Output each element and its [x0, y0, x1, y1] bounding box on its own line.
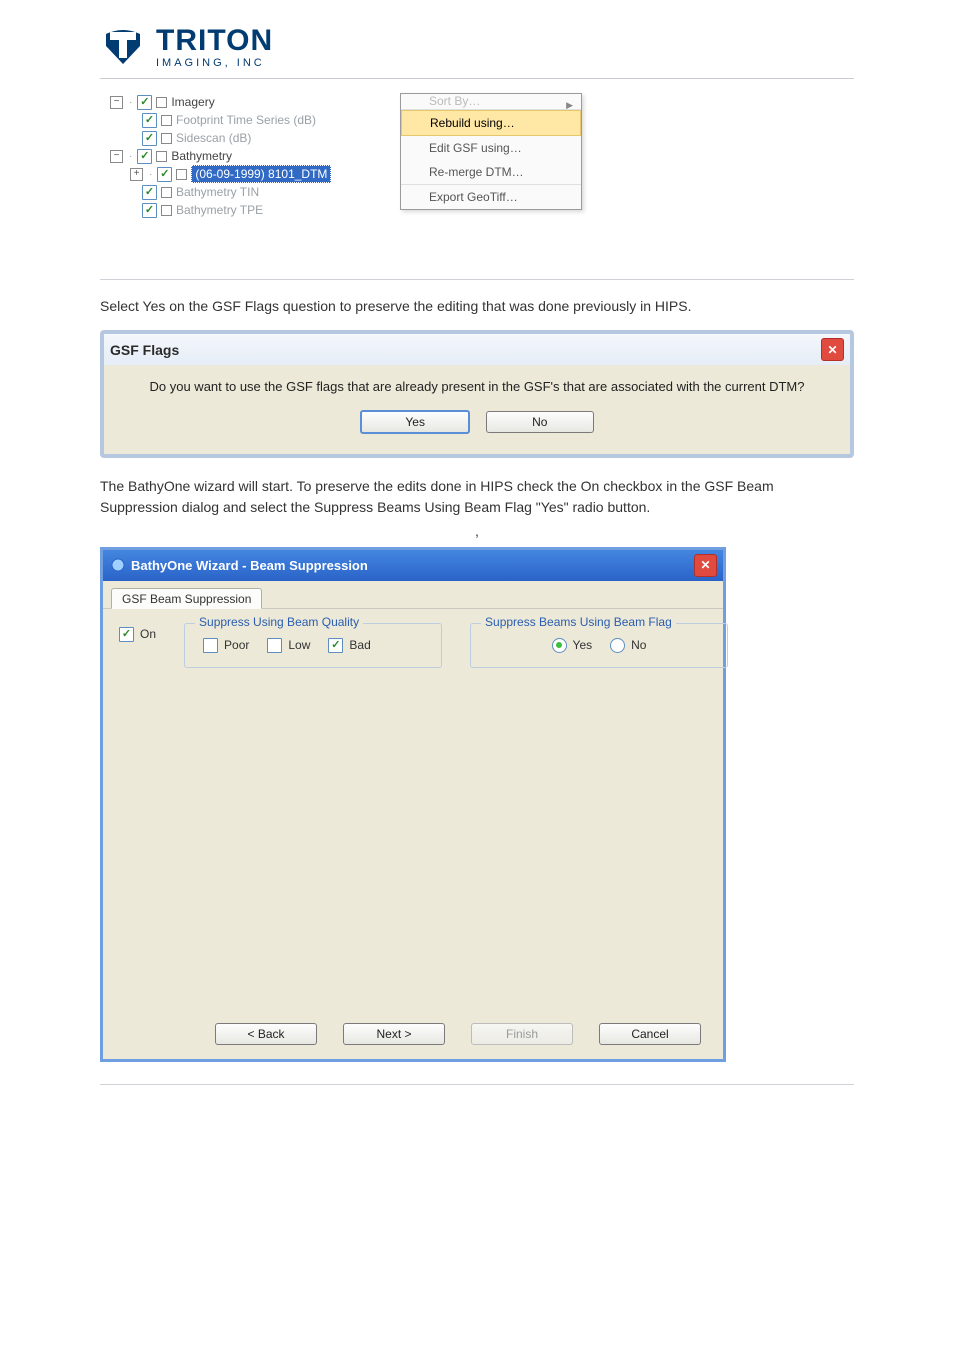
- radio[interactable]: [552, 638, 567, 653]
- bad-option[interactable]: Bad: [328, 638, 370, 653]
- tree-item-imagery[interactable]: − · Imagery: [110, 93, 360, 111]
- triton-logo-icon: [100, 24, 146, 70]
- checkbox[interactable]: [137, 149, 152, 164]
- submenu-arrow-icon: ▶: [566, 100, 573, 110]
- checkbox[interactable]: [142, 185, 157, 200]
- tree-label: (06-09-1999) 8101_DTM: [191, 165, 331, 183]
- color-swatch-icon: [176, 169, 187, 180]
- checkbox[interactable]: [137, 95, 152, 110]
- no-option[interactable]: No: [610, 638, 646, 653]
- brand-tagline: IMAGING, INC: [156, 58, 273, 69]
- tree-item-tpe[interactable]: Bathymetry TPE: [110, 201, 360, 219]
- color-swatch-icon: [161, 133, 172, 144]
- checkbox[interactable]: [203, 638, 218, 653]
- close-button[interactable]: ✕: [821, 338, 844, 361]
- brand-header: TRITON IMAGING, INC: [100, 24, 854, 70]
- layer-tree: − · Imagery Footprint Time Series (dB) S…: [110, 93, 360, 219]
- checkbox[interactable]: [142, 203, 157, 218]
- dialog-title: BathyOne Wizard - Beam Suppression: [131, 558, 368, 573]
- menu-label: Rebuild using…: [430, 116, 515, 130]
- bathyone-wizard-dialog: BathyOne Wizard - Beam Suppression ✕ GSF…: [100, 547, 726, 1062]
- tree-label: Bathymetry TIN: [176, 185, 259, 199]
- dialog-title: GSF Flags: [110, 342, 179, 358]
- menu-label: Export GeoTiff…: [429, 190, 518, 204]
- color-swatch-icon: [161, 205, 172, 216]
- instruction-paragraph-2: The BathyOne wizard will start. To prese…: [100, 476, 854, 517]
- close-icon: ✕: [700, 558, 710, 572]
- menu-item-edit-gsf[interactable]: Edit GSF using…: [401, 136, 581, 160]
- yes-option[interactable]: Yes: [552, 638, 593, 653]
- option-label: Bad: [349, 638, 370, 652]
- option-label: Yes: [573, 638, 593, 652]
- close-icon: ✕: [827, 343, 837, 357]
- group-suppress-quality: Suppress Using Beam Quality Poor Low: [184, 623, 442, 668]
- tree-item-tin[interactable]: Bathymetry TIN: [110, 183, 360, 201]
- menu-item-sort-by[interactable]: Sort By… ▶: [401, 94, 581, 110]
- footer-divider: [100, 1084, 854, 1085]
- checkbox[interactable]: [328, 638, 343, 653]
- color-swatch-icon: [161, 187, 172, 198]
- expand-icon[interactable]: +: [130, 168, 143, 181]
- tree-item-bathymetry[interactable]: − · Bathymetry: [110, 147, 360, 165]
- tree-label: Sidescan (dB): [176, 131, 251, 145]
- menu-label: Sort By…: [429, 94, 480, 108]
- no-button[interactable]: No: [486, 411, 594, 433]
- collapse-icon[interactable]: −: [110, 96, 123, 109]
- checkbox[interactable]: [142, 113, 157, 128]
- option-label: Poor: [224, 638, 249, 652]
- color-swatch-icon: [156, 151, 167, 162]
- tree-item-footprint[interactable]: Footprint Time Series (dB): [110, 111, 360, 129]
- tab-gsf-beam-suppression[interactable]: GSF Beam Suppression: [111, 588, 262, 609]
- color-swatch-icon: [156, 97, 167, 108]
- poor-option[interactable]: Poor: [203, 638, 249, 653]
- wizard-icon: [111, 558, 125, 572]
- tree-label: Imagery: [171, 95, 214, 109]
- instruction-paragraph-1: Select Yes on the GSF Flags question to …: [100, 296, 854, 316]
- finish-button: Finish: [471, 1023, 573, 1045]
- section-divider: [100, 279, 854, 280]
- context-menu: Sort By… ▶ Rebuild using… Edit GSF using…: [400, 93, 582, 210]
- gsf-flags-dialog: GSF Flags ✕ Do you want to use the GSF f…: [100, 330, 854, 458]
- back-button[interactable]: < Back: [215, 1023, 317, 1045]
- tree-label: Footprint Time Series (dB): [176, 113, 316, 127]
- on-label: On: [140, 627, 156, 641]
- menu-item-export-geotiff[interactable]: Export GeoTiff…: [401, 185, 581, 209]
- checkbox[interactable]: [267, 638, 282, 653]
- cancel-button[interactable]: Cancel: [599, 1023, 701, 1045]
- brand-name: TRITON: [156, 26, 273, 56]
- dialog-question: Do you want to use the GSF flags that ar…: [122, 379, 832, 394]
- group-suppress-flag: Suppress Beams Using Beam Flag Yes No: [470, 623, 728, 668]
- group-legend: Suppress Beams Using Beam Flag: [481, 615, 676, 629]
- next-button[interactable]: Next >: [343, 1023, 445, 1045]
- low-option[interactable]: Low: [267, 638, 310, 653]
- on-checkbox[interactable]: [119, 627, 134, 642]
- menu-item-rebuild[interactable]: Rebuild using…: [401, 110, 581, 136]
- tree-item-sidescan[interactable]: Sidescan (dB): [110, 129, 360, 147]
- collapse-icon[interactable]: −: [110, 150, 123, 163]
- close-button[interactable]: ✕: [694, 554, 717, 577]
- checkbox[interactable]: [157, 167, 172, 182]
- menu-label: Re-merge DTM…: [429, 165, 524, 179]
- color-swatch-icon: [161, 115, 172, 126]
- option-label: Low: [288, 638, 310, 652]
- header-divider: [100, 78, 854, 79]
- group-legend: Suppress Using Beam Quality: [195, 615, 363, 629]
- tree-label: Bathymetry TPE: [176, 203, 263, 217]
- yes-button[interactable]: Yes: [360, 410, 470, 434]
- option-label: No: [631, 638, 646, 652]
- menu-label: Edit GSF using…: [429, 141, 522, 155]
- menu-item-remerge-dtm[interactable]: Re-merge DTM…: [401, 160, 581, 185]
- radio[interactable]: [610, 638, 625, 653]
- tree-label: Bathymetry: [171, 149, 232, 163]
- checkbox[interactable]: [142, 131, 157, 146]
- stray-comma: ,: [475, 523, 479, 539]
- tree-item-dtm[interactable]: + · (06-09-1999) 8101_DTM: [110, 165, 360, 183]
